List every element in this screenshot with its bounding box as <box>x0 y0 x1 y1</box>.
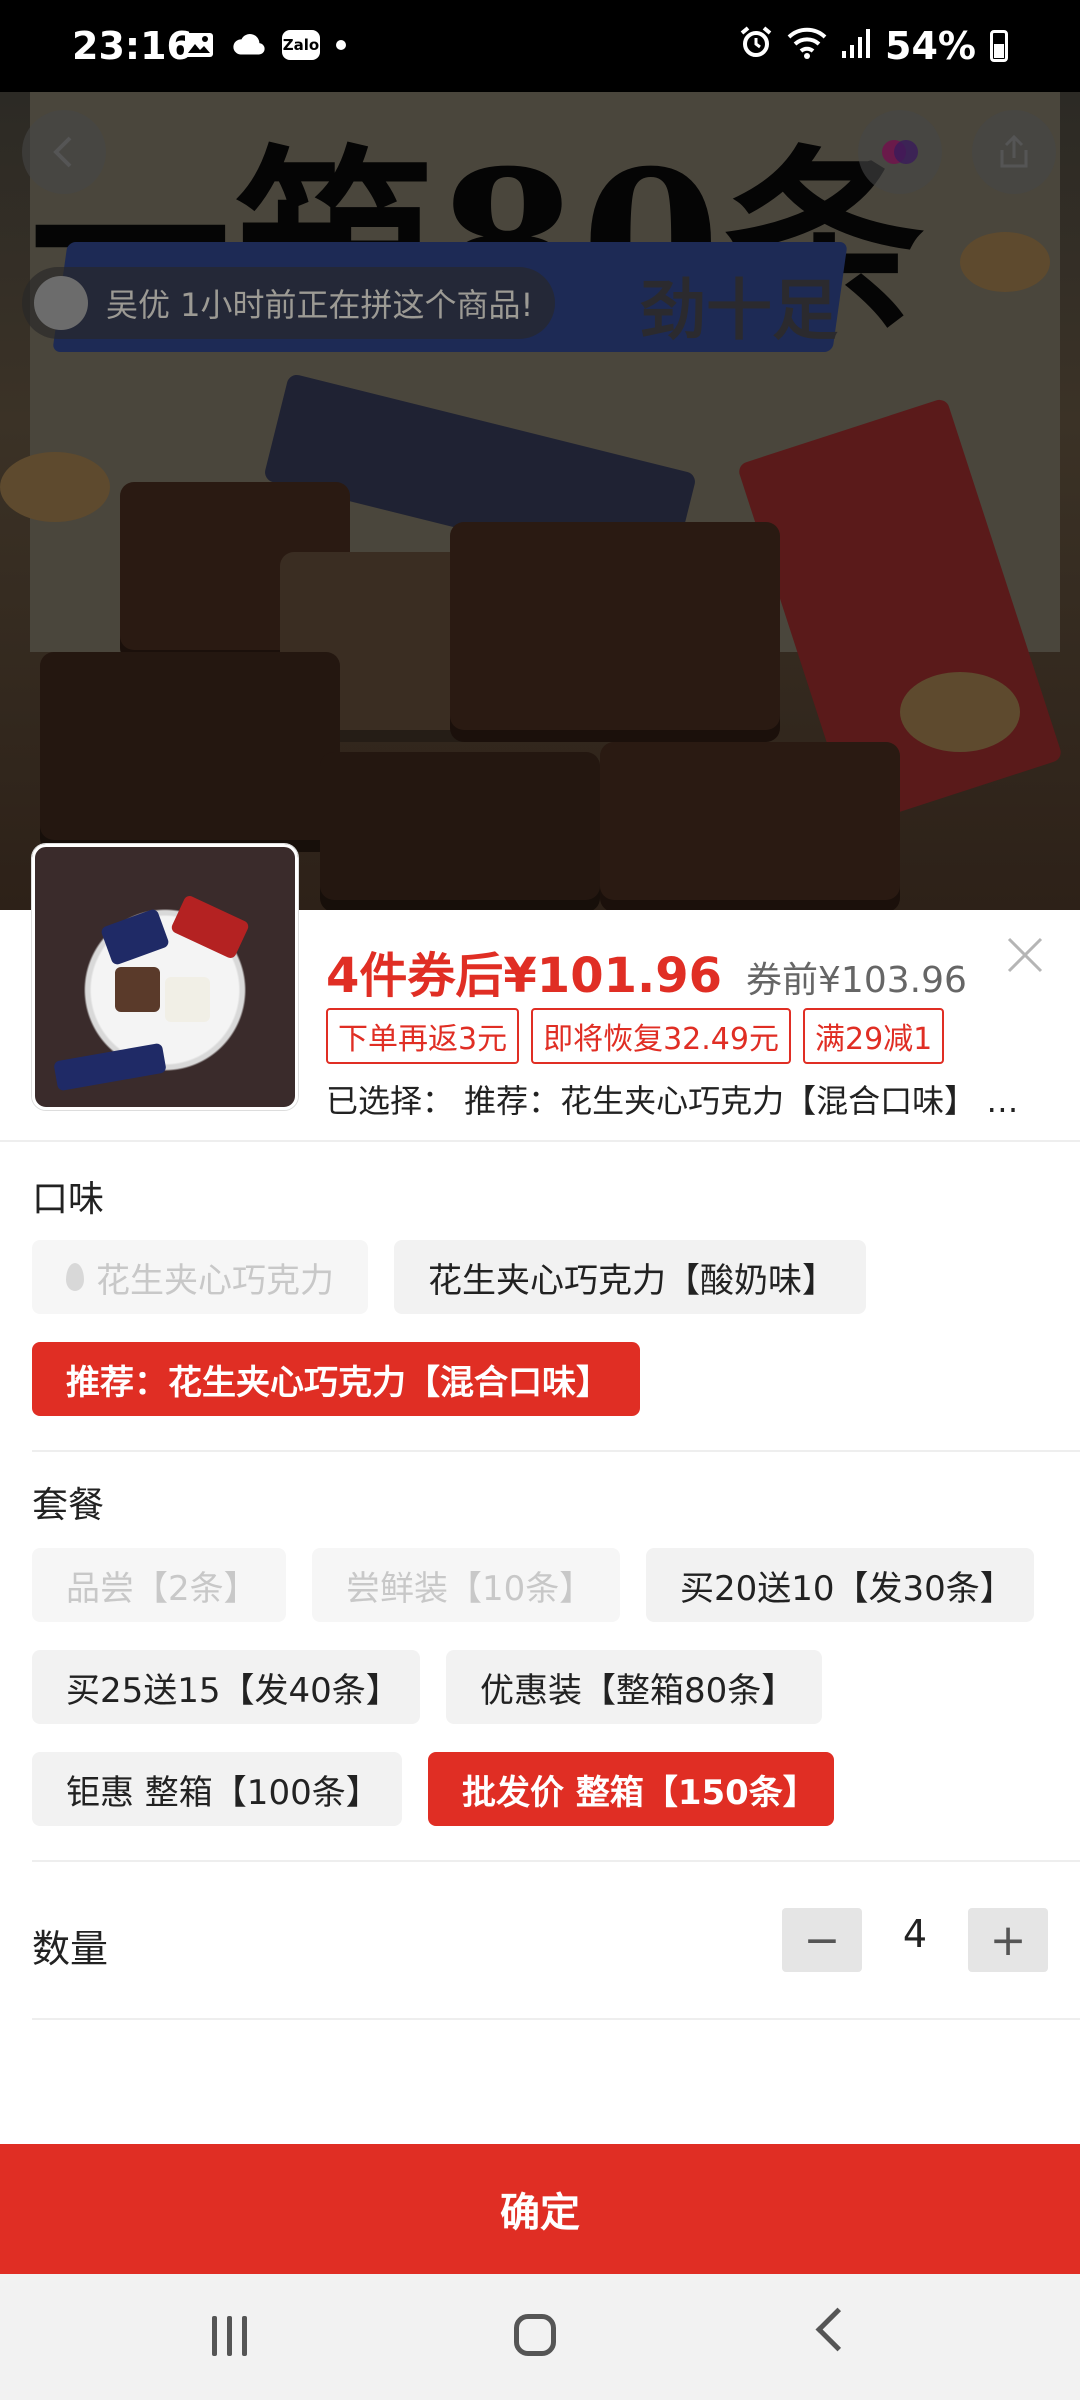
favorite-button[interactable] <box>858 110 942 194</box>
promo-tag: 满29减1 <box>802 1008 945 1064</box>
thumb-wrapper <box>99 907 171 967</box>
chocolate-piece <box>320 752 600 910</box>
flavor-option-yogurt[interactable]: 花生夹心巧克力【酸奶味】 <box>394 1240 866 1314</box>
quantity-label: 数量 <box>32 1927 109 1971</box>
peanut <box>900 672 1020 752</box>
image-icon <box>182 30 216 60</box>
divider <box>32 1450 1080 1452</box>
share-button[interactable] <box>972 110 1056 194</box>
dot-icon <box>336 40 346 50</box>
user-avatar <box>34 276 88 330</box>
peanut <box>0 452 110 522</box>
status-right: 54% <box>739 24 1008 68</box>
package-option-80[interactable]: 优惠装【整箱80条】 <box>446 1650 822 1724</box>
back-button[interactable] <box>22 110 106 194</box>
peanut <box>960 232 1050 292</box>
confirm-button[interactable]: 确定 <box>0 2144 1080 2274</box>
alarm-icon <box>739 24 773 68</box>
chip-label: 优惠装【整箱80条】 <box>480 1670 796 1711</box>
chip-label: 花生夹心巧克力【酸奶味】 <box>428 1260 836 1301</box>
chocolate-piece <box>450 522 780 742</box>
toast-text: 吴优 1小时前正在拼这个商品! <box>106 286 534 324</box>
package-option-40[interactable]: 买25送15【发40条】 <box>32 1650 420 1724</box>
close-icon[interactable] <box>1000 932 1050 982</box>
chip-label: 批发价 整箱【150条】 <box>462 1772 817 1813</box>
selected-summary: 已选择： 推荐：花生夹心巧克力【混合口味】 批发价 整箱【150条】 <box>326 1082 1046 1120</box>
divider <box>32 1860 1080 1862</box>
chip-label: 买20送10【发30条】 <box>680 1568 1014 1609</box>
thumb-wrapper <box>53 1042 167 1092</box>
wifi-icon <box>787 24 827 68</box>
chip-label: 尝鲜装【10条】 <box>346 1568 594 1609</box>
signal-icon <box>841 24 871 68</box>
package-option-150[interactable]: 批发价 整箱【150条】 <box>428 1752 834 1826</box>
back-nav-button[interactable] <box>815 2307 860 2352</box>
flavor-option-peanut: 花生夹心巧克力 <box>32 1240 368 1314</box>
price-row: 4件券后¥101.96 券前¥103.96 <box>326 936 967 1006</box>
chip-label: 品尝【2条】 <box>66 1568 258 1609</box>
home-button[interactable] <box>514 2314 556 2356</box>
thumb-wrapper <box>169 894 251 960</box>
chip-label: 钜惠 整箱【100条】 <box>66 1772 380 1813</box>
recent-apps-button[interactable] <box>212 2316 247 2356</box>
divider <box>32 2018 1080 2020</box>
battery-icon <box>990 30 1008 62</box>
package-option-30[interactable]: 买20送10【发30条】 <box>646 1548 1034 1622</box>
fire-icon <box>66 1263 84 1291</box>
status-left-icons: Zalo <box>182 30 346 60</box>
thumb-nougat <box>165 977 210 1022</box>
thumb-chocolate <box>115 967 160 1012</box>
sku-selection-sheet: 4件券后¥101.96 券前¥103.96 下单再返3元 即将恢复32.49元 … <box>0 844 1080 2274</box>
product-hero-image: 一箱80条 劲十足 吴优 1小时前正在拼这个商品! <box>0 92 1080 910</box>
quantity-plus-button[interactable]: + <box>968 1908 1048 1972</box>
chip-label: 推荐：花生夹心巧克力【混合口味】 <box>66 1362 610 1403</box>
promo-tag: 下单再返3元 <box>326 1008 520 1064</box>
cloud-icon <box>232 30 266 60</box>
group-buy-toast: 吴优 1小时前正在拼这个商品! <box>22 267 556 339</box>
zalo-icon: Zalo <box>282 30 320 60</box>
package-option-100[interactable]: 钜惠 整箱【100条】 <box>32 1752 402 1826</box>
price-after-coupon: 4件券后¥101.96 <box>326 948 723 1004</box>
battery-percent: 54% <box>885 24 976 68</box>
promo-tag: 即将恢复32.49元 <box>531 1008 791 1064</box>
status-time: 23:16 <box>72 24 193 68</box>
product-thumbnail[interactable] <box>32 844 298 1110</box>
hero-banner-text: 劲十足 <box>640 272 838 349</box>
price-before-coupon: 券前¥103.96 <box>746 960 967 1001</box>
divider <box>0 1140 1080 1142</box>
chip-label: 买25送15【发40条】 <box>66 1670 400 1711</box>
chip-label: 花生夹心巧克力 <box>96 1260 334 1301</box>
system-nav-bar <box>0 2274 1080 2400</box>
package-option-10: 尝鲜装【10条】 <box>312 1548 620 1622</box>
package-title: 套餐 <box>32 1485 105 1526</box>
chocolate-piece <box>40 652 340 852</box>
promo-tags: 下单再返3元 即将恢复32.49元 满29减1 <box>326 1008 945 1064</box>
package-option-2: 品尝【2条】 <box>32 1548 286 1622</box>
status-bar: 23:16 Zalo 54% <box>0 0 1080 92</box>
flavor-option-mixed[interactable]: 推荐：花生夹心巧克力【混合口味】 <box>32 1342 640 1416</box>
flavor-title: 口味 <box>32 1179 105 1220</box>
chocolate-piece <box>600 742 900 910</box>
quantity-value[interactable]: 4 <box>888 1912 942 1956</box>
quantity-minus-button[interactable]: − <box>782 1908 862 1972</box>
